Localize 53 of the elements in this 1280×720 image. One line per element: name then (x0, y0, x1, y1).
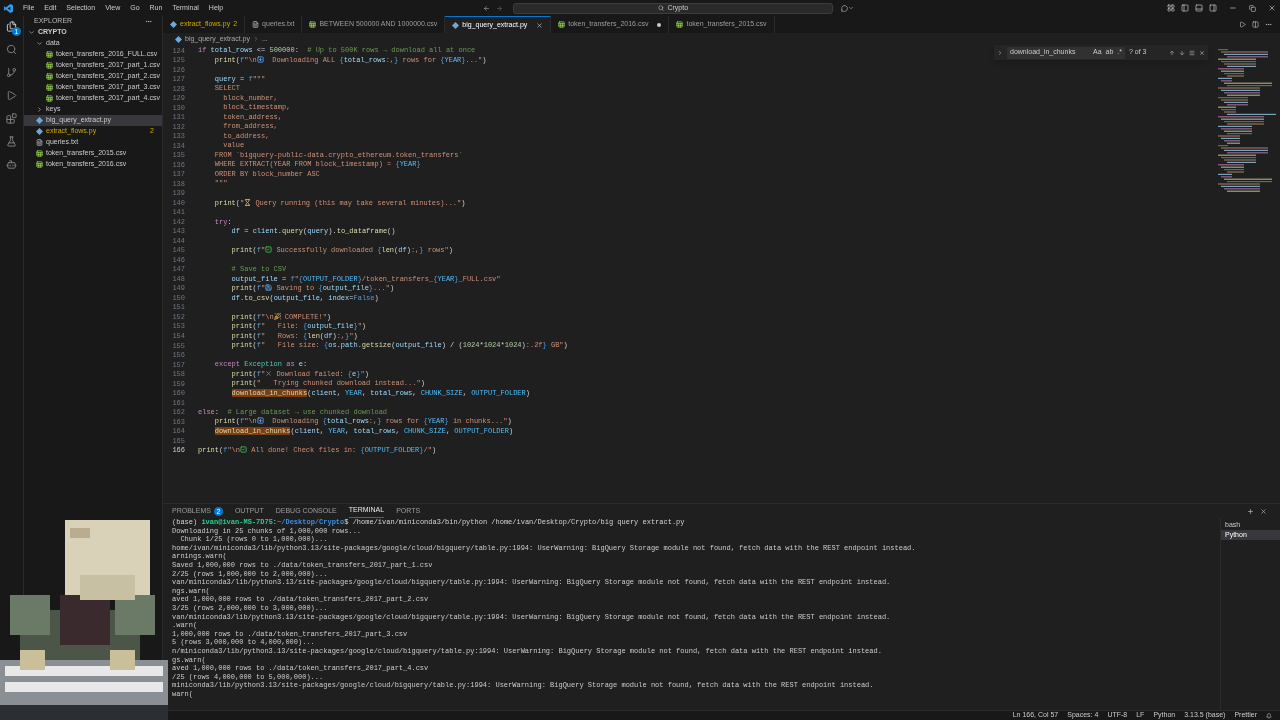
files-icon[interactable] (6, 21, 17, 32)
spreadsheet-icon (309, 21, 317, 28)
panel-left-icon[interactable] (1181, 4, 1189, 12)
spreadsheet-icon (46, 95, 53, 102)
close-icon[interactable] (1260, 507, 1267, 515)
back-arrow-icon[interactable] (483, 4, 491, 12)
text-file-icon (252, 21, 260, 28)
spreadsheet-icon (46, 73, 53, 80)
close-icon[interactable] (1199, 49, 1205, 56)
search-icon[interactable] (6, 44, 17, 55)
restore-icon[interactable] (1249, 4, 1256, 12)
checkmark-icon (265, 246, 273, 254)
download-icon (256, 417, 264, 425)
split-editor-icon[interactable] (1252, 21, 1259, 28)
find-in-selection-icon[interactable] (1189, 49, 1195, 56)
checkmark-icon (240, 445, 248, 453)
minimize-icon[interactable] (1229, 4, 1237, 12)
run-debug-icon[interactable] (6, 90, 17, 101)
panel-right-icon[interactable] (1209, 4, 1217, 12)
extensions-icon[interactable] (6, 113, 17, 124)
panel-bottom-icon[interactable] (1195, 4, 1203, 12)
previous-match-icon[interactable] (1169, 49, 1175, 56)
search-icon (658, 5, 665, 11)
text-file-icon (36, 139, 43, 146)
download-icon (256, 55, 264, 63)
spreadsheet-icon (46, 84, 53, 91)
close-icon[interactable] (536, 21, 544, 29)
spreadsheet-icon (46, 62, 53, 69)
spreadsheet-icon (36, 150, 43, 157)
chevron-right-icon (253, 36, 259, 42)
bell-icon[interactable] (1266, 712, 1272, 719)
flask-icon[interactable] (6, 136, 17, 147)
app-logo-icon[interactable] (4, 3, 13, 13)
robot-icon[interactable] (6, 159, 17, 170)
party-popper-icon (273, 312, 281, 320)
spreadsheet-icon (36, 161, 43, 168)
chevron-right-icon (36, 106, 43, 113)
spreadsheet-icon (558, 21, 566, 28)
spreadsheet-icon (46, 51, 53, 58)
layout-icon[interactable] (1167, 4, 1175, 12)
floppy-disk-icon (265, 284, 273, 292)
source-control-icon[interactable] (6, 67, 17, 78)
run-icon[interactable] (1239, 21, 1246, 28)
next-match-icon[interactable] (1179, 49, 1185, 56)
new-terminal-icon[interactable] (1247, 507, 1254, 515)
chevron-down-icon[interactable] (848, 5, 855, 11)
toggle-replace-icon[interactable] (997, 49, 1003, 56)
spreadsheet-icon (676, 21, 684, 28)
cross-icon (265, 369, 273, 377)
chat-bubble-icon[interactable] (841, 4, 849, 12)
close-icon[interactable] (1268, 4, 1276, 12)
python-file-icon (452, 21, 460, 29)
hourglass-icon (244, 198, 252, 206)
